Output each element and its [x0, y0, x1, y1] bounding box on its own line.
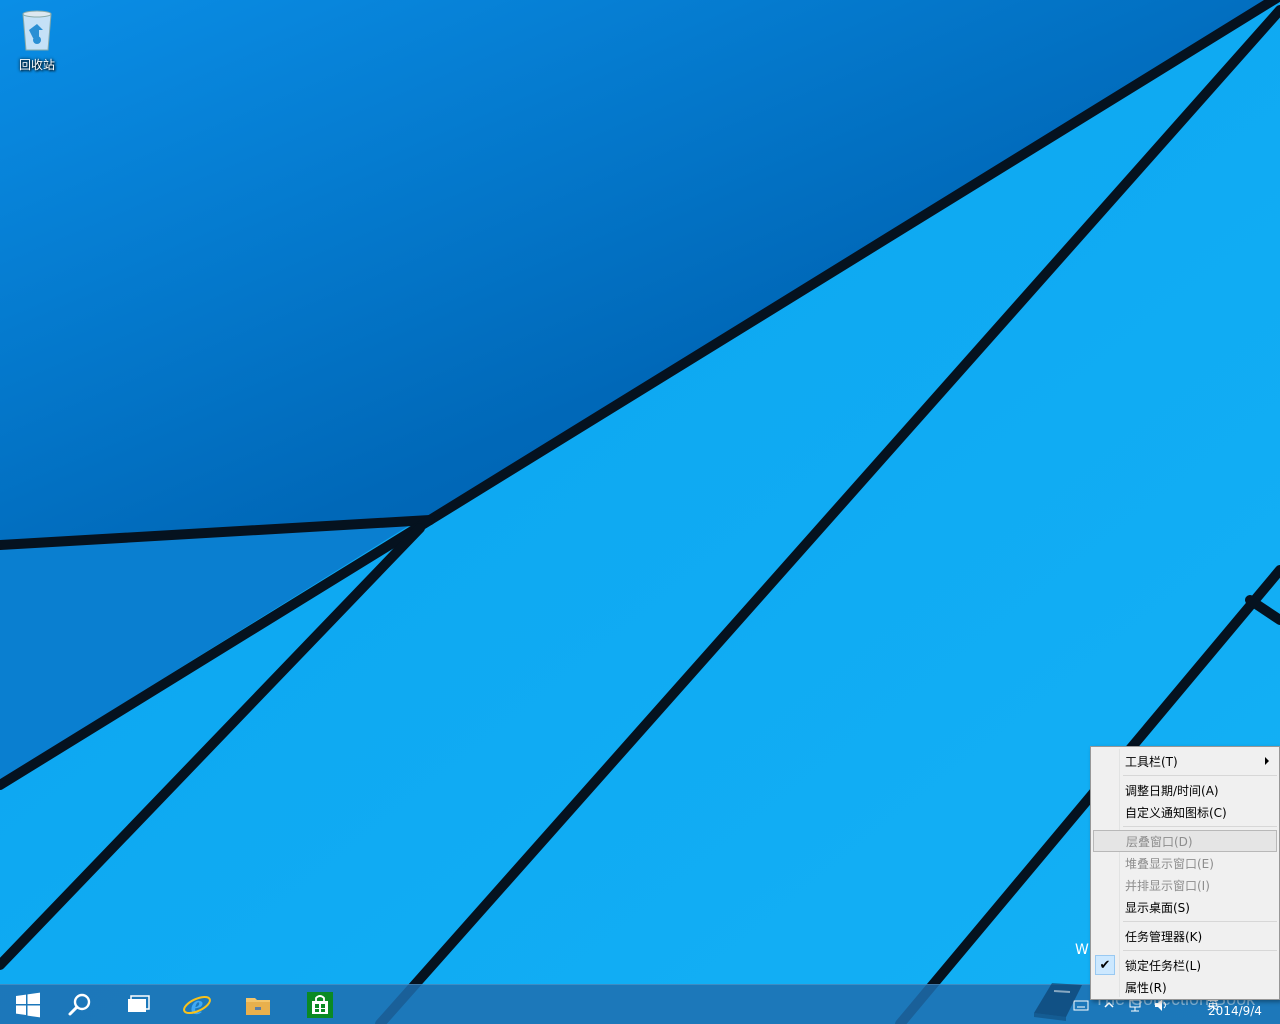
internet-explorer-icon: e: [183, 990, 211, 1020]
menu-item-label: 并排显示窗口(I): [1125, 878, 1210, 893]
file-explorer-button[interactable]: [230, 985, 286, 1024]
menu-item-adjust-date-time[interactable]: 调整日期/时间(A): [1093, 779, 1277, 801]
watermark-letter: W: [1075, 942, 1089, 958]
menu-item-label: 显示桌面(S): [1125, 900, 1190, 915]
taskbar-context-menu[interactable]: 工具栏(T) 调整日期/时间(A) 自定义通知图标(C) 层叠窗口(D) 堆叠显…: [1090, 746, 1280, 1000]
store-icon: [307, 992, 333, 1018]
menu-separator: [1123, 921, 1277, 922]
store-button[interactable]: [292, 985, 348, 1024]
desktop-icon-label: 回收站: [18, 58, 55, 72]
checkmark-icon: ✔: [1095, 955, 1115, 975]
windows-logo-icon: [16, 992, 40, 1018]
desktop-wallpaper: [0, 0, 1280, 1024]
menu-item-customize-notification-icons[interactable]: 自定义通知图标(C): [1093, 801, 1277, 823]
menu-item-label: 自定义通知图标(C): [1125, 805, 1227, 820]
internet-explorer-button[interactable]: e: [169, 985, 225, 1024]
start-button[interactable]: [0, 985, 56, 1024]
menu-item-label: 属性(R): [1125, 980, 1167, 995]
submenu-arrow-icon: [1265, 757, 1269, 765]
search-button[interactable]: [52, 985, 108, 1024]
desktop-icon-recycle-bin[interactable]: 回收站: [6, 6, 68, 78]
menu-item-task-manager[interactable]: 任务管理器(K): [1093, 925, 1277, 947]
folder-icon: [246, 998, 270, 1015]
menu-item-lock-taskbar[interactable]: ✔ 锁定任务栏(L): [1093, 954, 1277, 976]
menu-separator: [1123, 950, 1277, 951]
menu-separator: [1123, 826, 1277, 827]
svg-text:e: e: [191, 990, 203, 1020]
menu-item-side-by-side-windows[interactable]: 并排显示窗口(I): [1093, 874, 1277, 896]
recycle-bin-icon: [22, 10, 52, 51]
task-view-button[interactable]: [110, 985, 166, 1024]
menu-item-show-desktop[interactable]: 显示桌面(S): [1093, 896, 1277, 918]
task-view-icon: [128, 995, 150, 1012]
menu-item-toolbars[interactable]: 工具栏(T): [1093, 750, 1277, 772]
menu-item-label: 任务管理器(K): [1125, 929, 1203, 944]
menu-item-stack-windows[interactable]: 堆叠显示窗口(E): [1093, 852, 1277, 874]
menu-item-label: 堆叠显示窗口(E): [1125, 856, 1214, 871]
menu-separator: [1123, 775, 1277, 776]
menu-item-label: 工具栏(T): [1125, 754, 1178, 769]
menu-item-properties[interactable]: 属性(R): [1093, 976, 1277, 998]
menu-item-label: 调整日期/时间(A): [1125, 783, 1219, 798]
book-icon: [1034, 983, 1082, 1021]
menu-item-label: 锁定任务栏(L): [1125, 958, 1202, 973]
menu-item-cascade-windows[interactable]: 层叠窗口(D): [1093, 830, 1277, 852]
search-icon: [68, 993, 91, 1016]
menu-item-label: 层叠窗口(D): [1126, 834, 1193, 849]
